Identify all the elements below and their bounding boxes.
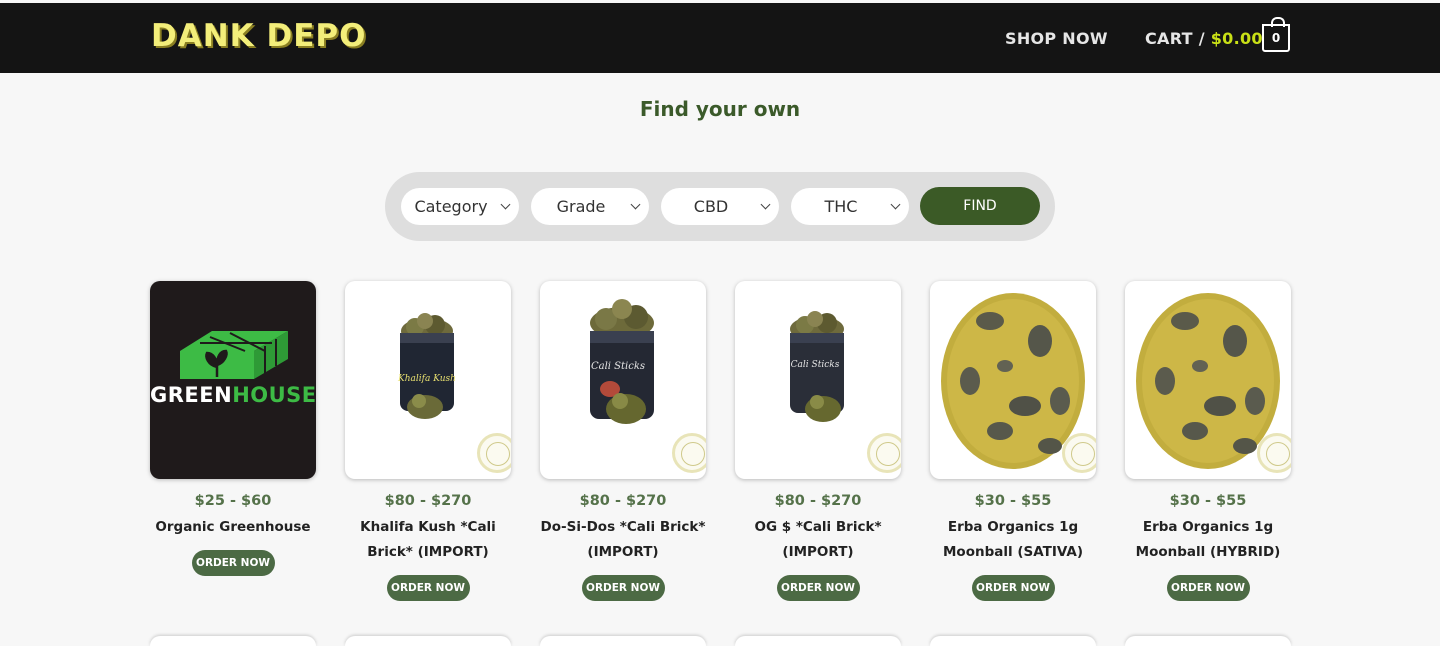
order-now-button[interactable]: ORDER NOW [386,575,470,601]
wordmark-house: HOUSE [232,383,316,407]
jar-label: Cali Sticks [591,361,645,372]
category-select-label: Category [414,197,488,216]
product-price: $30 - $55 [974,493,1052,509]
product-price: $25 - $60 [194,493,272,509]
cart-count: 0 [1271,31,1281,45]
product-name-line: (IMPORT) [782,544,854,560]
order-now-button[interactable]: ORDER NOW [1166,575,1250,601]
product-name-line: Do-Si-Dos *Cali Brick* [540,519,706,535]
seal-icon [477,433,511,473]
product-name[interactable]: Do-Si-Dos *Cali Brick* (IMPORT) [540,515,706,565]
jar-label: Khalifa Kush [397,374,456,384]
site-header: DANK DEPO SHOP NOW CART / $0.00 0 [0,3,1440,73]
product-name-line: Moonball (SATIVA) [943,544,1083,560]
seal-icon [1257,433,1291,473]
product-name[interactable]: Erba Organics 1g Moonball (HYBRID) [1125,515,1291,565]
page-heading: Find your own [639,97,801,121]
product-image[interactable] [930,281,1096,479]
product-name[interactable]: Erba Organics 1g Moonball (SATIVA) [930,515,1096,565]
product-name[interactable]: OG $ *Cali Brick* (IMPORT) [735,515,901,565]
product-card-partial [345,636,511,646]
find-button[interactable]: FIND [920,187,1040,225]
nav-shop-now[interactable]: SHOP NOW [1005,29,1108,48]
product-card: Cali Sticks $80 - $270 Do-Si-Dos *Cali B… [540,281,706,601]
product-card: GREENHOUSE $25 - $60 Organic Greenhouse … [150,281,316,576]
seal-icon [867,433,901,473]
nav-cart-amount: $0.00 [1210,29,1263,48]
thc-select-label: THC [824,197,858,216]
order-now-button[interactable]: ORDER NOW [776,575,860,601]
product-card-partial [930,636,1096,646]
cbd-select-label: CBD [693,197,729,216]
product-image[interactable]: GREENHOUSE [150,281,316,479]
chevron-down-icon [760,199,771,210]
order-now-button[interactable]: ORDER NOW [581,575,665,601]
product-name-line: Khalifa Kush *Cali [360,519,496,535]
product-name-line: OG $ *Cali Brick* [754,519,882,535]
product-name-line: Moonball (HYBRID) [1135,544,1281,560]
product-name-line: Erba Organics 1g [1142,519,1274,535]
category-select[interactable]: Category [401,188,519,225]
product-card: Cali Sticks $80 - $270 OG $ *Cali Brick*… [735,281,901,601]
product-card-partial [150,636,316,646]
product-card: $30 - $55 Erba Organics 1g Moonball (SAT… [930,281,1096,601]
cbd-select[interactable]: CBD [661,188,779,225]
product-card: $30 - $55 Erba Organics 1g Moonball (HYB… [1125,281,1291,601]
product-card-partial [540,636,706,646]
product-name[interactable]: Organic Greenhouse [150,515,316,540]
seal-icon [1062,433,1096,473]
product-image[interactable]: Cali Sticks [735,281,901,479]
order-now-button[interactable]: ORDER NOW [191,550,275,576]
site-logo[interactable]: DANK DEPO [151,18,366,54]
product-price: $30 - $55 [1169,493,1247,509]
product-image[interactable]: Cali Sticks [540,281,706,479]
product-name-line: (IMPORT) [587,544,659,560]
product-card-partial [735,636,901,646]
thc-select[interactable]: THC [791,188,909,225]
order-now-button[interactable]: ORDER NOW [971,575,1055,601]
chevron-down-icon [630,199,641,210]
wordmark-green: GREEN [150,383,233,407]
product-price: $80 - $270 [774,493,862,509]
product-image[interactable] [1125,281,1291,479]
greenhouse-logo-icon [180,331,288,379]
jar-label: Cali Sticks [791,360,840,370]
greenhouse-wordmark: GREENHOUSE [150,383,316,407]
product-name-line: Organic Greenhouse [155,519,311,535]
product-image[interactable]: Khalifa Kush [345,281,511,479]
product-name-line: Brick* (IMPORT) [367,544,489,560]
cart-bag-icon[interactable]: 0 [1262,17,1290,52]
seal-icon [672,433,706,473]
product-price: $80 - $270 [579,493,667,509]
product-card-partial [1125,636,1291,646]
grade-select[interactable]: Grade [531,188,649,225]
chevron-down-icon [890,199,901,210]
filter-bar: Category Grade CBD THC FIND [385,172,1055,241]
chevron-down-icon [500,199,511,210]
product-price: $80 - $270 [384,493,472,509]
product-card: Khalifa Kush $80 - $270 Khalifa Kush *Ca… [345,281,511,601]
product-name-line: Erba Organics 1g [947,519,1079,535]
grade-select-label: Grade [556,197,606,216]
product-name[interactable]: Khalifa Kush *Cali Brick* (IMPORT) [345,515,511,565]
nav-cart-label: CART / [1145,29,1205,48]
nav-cart[interactable]: CART / $0.00 [1145,29,1263,48]
